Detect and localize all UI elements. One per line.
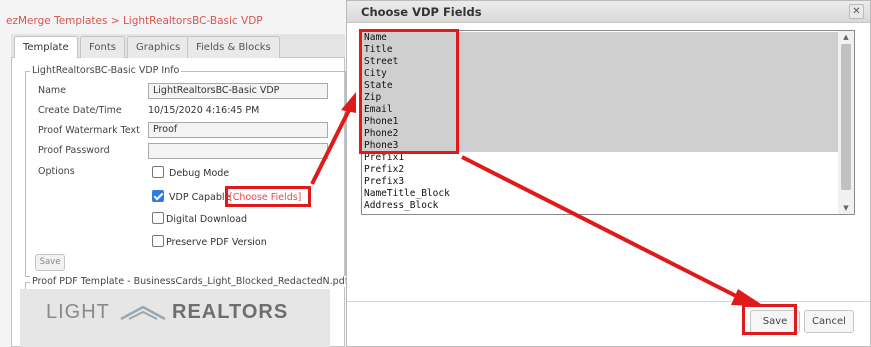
watermark-label: Proof Watermark Text [38, 125, 140, 136]
selected-fields-highlight [359, 29, 459, 154]
debug-mode-checkbox[interactable] [152, 166, 164, 178]
close-icon[interactable]: ✕ [849, 4, 864, 19]
logo-light-text: LIGHT [46, 301, 110, 323]
tab-graphics[interactable]: Graphics [127, 36, 190, 58]
roof-logo-icon [120, 305, 166, 321]
password-input[interactable] [148, 143, 328, 159]
vdp-capable-checkbox[interactable] [152, 190, 164, 202]
preserve-pdf-checkbox[interactable] [152, 235, 164, 247]
options-label: Options [38, 166, 75, 177]
breadcrumb-root-link[interactable]: ezMerge Templates [6, 15, 107, 27]
save-button-highlight [742, 304, 797, 335]
dialog-footer-divider [347, 301, 870, 302]
scroll-up-icon[interactable]: ▲ [838, 31, 854, 43]
template-panel: LightRealtorsBC-Basic VDP Info Name Ligh… [11, 58, 351, 347]
dialog-title: Choose VDP Fields [361, 5, 482, 19]
proof-preview: LIGHT REALTORS [20, 289, 330, 347]
template-editor-page: ezMerge Templates > LightRealtorsBC-Basi… [0, 0, 351, 347]
tab-bar: Template Fonts Graphics Fields & Blocks [11, 34, 345, 59]
proof-legend: Proof PDF Template - BusinessCards_Light… [30, 276, 351, 287]
watermark-input[interactable]: Proof [148, 122, 328, 138]
info-fieldset: LightRealtorsBC-Basic VDP Info Name Ligh… [25, 65, 346, 277]
tab-fields-blocks[interactable]: Fields & Blocks [187, 36, 280, 58]
tab-fonts[interactable]: Fonts [80, 36, 125, 58]
breadcrumb-current: LightRealtorsBC-Basic VDP [122, 15, 263, 27]
name-input[interactable]: LightRealtorsBC-Basic VDP [148, 83, 328, 99]
password-label: Proof Password [38, 145, 110, 156]
field-option-address-block[interactable]: Address_Block [362, 200, 838, 212]
logo-realtors-text: REALTORS [172, 301, 289, 323]
scroll-thumb[interactable] [841, 44, 851, 190]
info-save-button[interactable]: Save [35, 254, 65, 271]
tab-template[interactable]: Template [14, 36, 78, 59]
preserve-pdf-label: Preserve PDF Version [166, 237, 267, 248]
field-option-prefix3[interactable]: Prefix3 [362, 176, 838, 188]
listbox-scrollbar[interactable]: ▲ ▼ [838, 31, 854, 214]
digital-download-label: Digital Download [166, 214, 248, 225]
debug-mode-label: Debug Mode [169, 168, 230, 179]
scroll-down-icon[interactable]: ▼ [838, 202, 854, 214]
choose-fields-highlight [225, 186, 311, 207]
create-date-label: Create Date/Time [38, 105, 122, 116]
vdp-capable-label: VDP Capable [169, 192, 231, 203]
digital-download-checkbox[interactable] [152, 212, 164, 224]
dialog-cancel-button[interactable]: Cancel [804, 310, 854, 333]
field-option-nametitle-block[interactable]: NameTitle_Block [362, 188, 838, 200]
field-option-prefix2[interactable]: Prefix2 [362, 164, 838, 176]
breadcrumb-separator: > [107, 15, 123, 27]
create-date-value: 10/15/2020 4:16:45 PM [148, 105, 260, 116]
name-label: Name [38, 85, 67, 96]
info-legend: LightRealtorsBC-Basic VDP Info [30, 65, 182, 76]
dialog-titlebar: Choose VDP Fields ✕ [347, 1, 870, 23]
breadcrumb: ezMerge Templates > LightRealtorsBC-Basi… [6, 15, 263, 27]
